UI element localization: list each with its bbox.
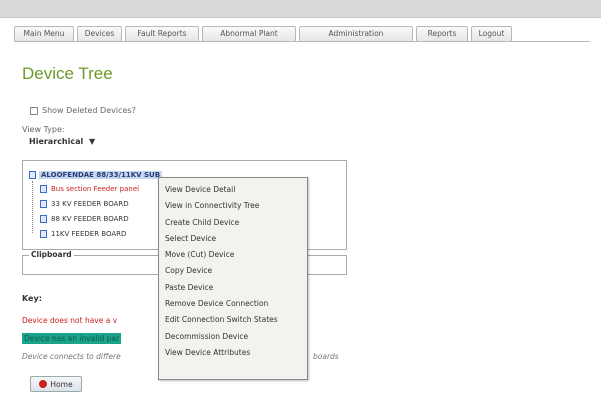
tree-root-label: ALOOFENDAE 88/33/11KV SUB [39,171,163,179]
home-button-label: Home [50,379,73,389]
tree-node-label: Bus section Feeder panel [51,185,140,193]
show-deleted-label: Show Deleted Devices? [42,106,136,115]
menu-item-view-device-detail[interactable]: View Device Detail [159,182,307,198]
top-bar [0,0,601,18]
menu-item-paste-device[interactable]: Paste Device [159,280,307,296]
tab-abnormal-plant[interactable]: Abnormal Plant [202,26,296,42]
menu-item-select-device[interactable]: Select Device [159,231,307,247]
device-node-icon [29,171,36,179]
key-connects-suffix: boards [313,352,339,361]
device-context-menu: View Device Detail View in Connectivity … [158,177,308,380]
menu-item-view-device-attributes[interactable]: View Device Attributes [159,345,307,361]
tab-fault-reports[interactable]: Fault Reports [125,26,199,42]
home-icon [39,380,48,388]
device-node-icon [40,185,47,193]
tree-node-label: 88 KV FEEDER BOARD [51,215,129,223]
menu-item-decommission-device[interactable]: Decommission Device [159,329,307,345]
main-nav-tabs: Main Menu Devices Fault Reports Abnormal… [14,26,512,42]
chevron-down-icon: ▼ [89,137,96,146]
show-deleted-option: Show Deleted Devices? [30,106,136,115]
view-type-select[interactable]: Hierarchical ▼ [29,137,95,146]
menu-item-copy-device[interactable]: Copy Device [159,263,307,279]
tab-divider [14,41,590,42]
tree-node[interactable]: 33 KV FEEDER BOARD [40,200,129,208]
tree-node[interactable]: 11KV FEEDER BOARD [40,230,126,238]
device-node-icon [40,215,47,223]
tree-node[interactable]: 88 KV FEEDER BOARD [40,215,129,223]
menu-item-remove-connection[interactable]: Remove Device Connection [159,296,307,312]
tab-administration[interactable]: Administration [299,26,413,42]
tree-node[interactable]: Bus section Feeder panel [40,185,139,193]
home-button[interactable]: Home [30,376,82,392]
key-connects-different: Device connects to differe [22,352,121,361]
menu-item-view-connectivity-tree[interactable]: View in Connectivity Tree [159,198,307,214]
device-node-icon [40,200,47,208]
tree-node-label: 33 KV FEEDER BOARD [51,200,129,208]
clipboard-label: Clipboard [29,250,74,259]
menu-item-move-device[interactable]: Move (Cut) Device [159,247,307,263]
menu-item-create-child-device[interactable]: Create Child Device [159,215,307,231]
tree-root-node[interactable]: ALOOFENDAE 88/33/11KV SUB [29,171,163,179]
menu-item-edit-switch-states[interactable]: Edit Connection Switch States [159,312,307,328]
show-deleted-checkbox[interactable] [30,106,38,115]
tab-logout[interactable]: Logout [471,26,512,42]
tab-main-menu[interactable]: Main Menu [14,26,74,42]
key-invalid-device: Device does not have a v [22,316,118,325]
tab-reports[interactable]: Reports [416,26,468,42]
key-invalid-parent: Device has an invalid par [22,333,122,344]
tab-devices[interactable]: Devices [77,26,122,42]
view-type-label: View Type: [22,125,65,134]
device-node-icon [40,230,47,238]
tree-connector-line [32,181,33,233]
key-heading: Key: [22,294,42,303]
view-type-value: Hierarchical [29,137,84,146]
tree-node-label: 11KV FEEDER BOARD [51,230,127,238]
page-title: Device Tree [22,64,113,83]
